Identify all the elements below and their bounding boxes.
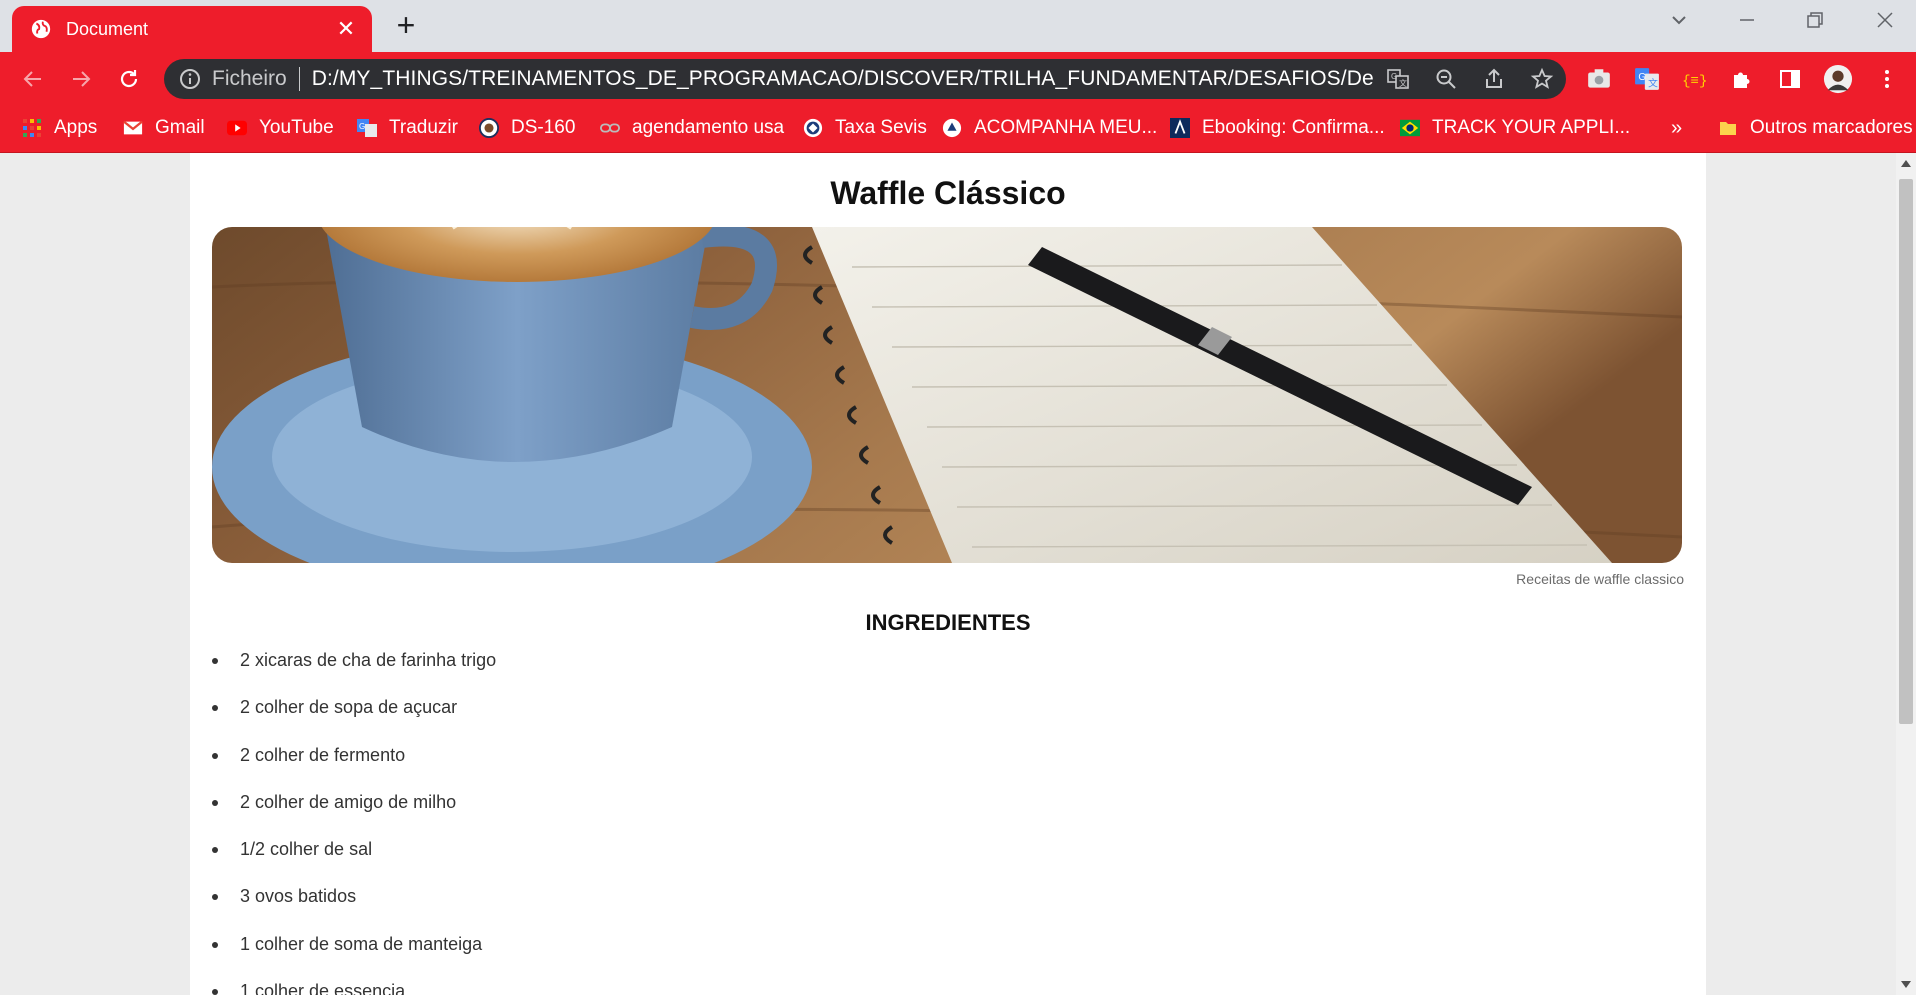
gmail-icon bbox=[123, 118, 143, 138]
brazil-flag-icon bbox=[1400, 118, 1420, 138]
bookmark-label: ACOMPANHA MEU... bbox=[974, 117, 1158, 138]
ingredient-item: 1 colher de essencia bbox=[212, 981, 496, 995]
sevis-icon bbox=[803, 118, 823, 138]
svg-text:G: G bbox=[1391, 72, 1397, 81]
page-title: Waffle Clássico bbox=[830, 175, 1066, 211]
bookmark-track[interactable]: TRACK YOUR APPLI... bbox=[1400, 114, 1630, 142]
back-icon[interactable] bbox=[16, 62, 50, 96]
ingredient-item: 2 colher de fermento bbox=[212, 745, 496, 792]
svg-text:文: 文 bbox=[1399, 78, 1407, 88]
ingredient-item: 2 xicaras de cha de farinha trigo bbox=[212, 650, 496, 697]
menu-icon[interactable] bbox=[1872, 64, 1902, 94]
bookmark-youtube[interactable]: YouTube bbox=[227, 114, 334, 142]
translate-icon[interactable]: G文 bbox=[1374, 59, 1422, 99]
ingredients-list: 2 xicaras de cha de farinha trigo 2 colh… bbox=[212, 650, 496, 995]
star-icon[interactable] bbox=[1518, 59, 1566, 99]
bookmark-label: TRACK YOUR APPLI... bbox=[1432, 117, 1631, 138]
svg-text:{≡}: {≡} bbox=[1682, 73, 1707, 89]
ingredient-item: 2 colher de amigo de milho bbox=[212, 792, 496, 839]
new-tab-button[interactable]: + bbox=[390, 9, 422, 42]
bookmark-label: Gmail bbox=[155, 117, 205, 138]
bookmark-traduzir[interactable]: G Traduzir bbox=[357, 114, 458, 142]
svg-text:G: G bbox=[359, 122, 365, 131]
bookmark-label: Ebooking: Confirma... bbox=[1202, 117, 1385, 138]
tab-title: Document bbox=[66, 18, 149, 39]
close-window-icon[interactable] bbox=[1856, 6, 1914, 40]
active-tab[interactable]: Document ✕ bbox=[12, 6, 372, 52]
image-caption: Receitas de waffle classico bbox=[1516, 571, 1684, 587]
tab-strip: Document ✕ + bbox=[0, 0, 1916, 52]
code-icon[interactable]: {≡} bbox=[1679, 64, 1709, 94]
ingredient-item: 3 ovos batidos bbox=[212, 886, 496, 933]
ingredient-item: 1 colher de soma de manteiga bbox=[212, 934, 496, 981]
bookmarks-overflow-button[interactable]: » bbox=[1671, 114, 1682, 142]
bookmark-agendamento[interactable]: agendamento usa bbox=[600, 114, 784, 142]
youtube-icon bbox=[227, 118, 247, 138]
uscis-icon bbox=[942, 118, 962, 138]
folder-icon bbox=[1718, 118, 1738, 138]
globe-icon bbox=[31, 19, 51, 39]
page-content: Waffle Clássico Receitas de waffle class… bbox=[190, 153, 1706, 995]
camera-icon[interactable] bbox=[1584, 64, 1614, 94]
bookmark-label: DS-160 bbox=[511, 117, 576, 138]
bookmark-gmail[interactable]: Gmail bbox=[123, 114, 205, 142]
svg-text:G: G bbox=[1638, 72, 1646, 83]
tab-close-icon[interactable]: ✕ bbox=[330, 16, 362, 42]
bookmarks-bar: Apps Gmail YouTube G Traduzir DS-160 age… bbox=[0, 104, 1916, 153]
browser-toolbar: Ficheiro D:/MY_THINGS/TREINAMENTOS_DE_PR… bbox=[0, 52, 1916, 104]
ingredients-heading: INGREDIENTES bbox=[865, 610, 1031, 635]
svg-text:文: 文 bbox=[1648, 77, 1658, 90]
puzzle-icon[interactable] bbox=[1727, 64, 1757, 94]
bookmark-apps[interactable]: Apps bbox=[22, 114, 97, 142]
ingredient-item: 2 colher de sopa de açucar bbox=[212, 697, 496, 744]
forward-icon[interactable] bbox=[64, 62, 98, 96]
restore-icon[interactable] bbox=[1786, 6, 1844, 40]
address-scheme: Ficheiro bbox=[212, 67, 287, 90]
other-bookmarks-label: Outros marcadores bbox=[1750, 117, 1913, 138]
bookmark-label: Taxa Sevis bbox=[835, 117, 927, 138]
zoom-out-icon[interactable] bbox=[1422, 59, 1470, 99]
share-icon[interactable] bbox=[1470, 59, 1518, 99]
bookmark-ds160[interactable]: DS-160 bbox=[479, 114, 575, 142]
hero-image bbox=[212, 227, 1682, 563]
other-bookmarks-folder[interactable]: Outros marcadores bbox=[1718, 114, 1913, 142]
info-icon[interactable] bbox=[178, 67, 202, 91]
address-url[interactable]: D:/MY_THINGS/TREINAMENTOS_DE_PROGRAMACAO… bbox=[312, 67, 1374, 91]
link-icon bbox=[600, 118, 620, 138]
apps-grid-icon bbox=[22, 118, 42, 138]
translate-icon: G bbox=[357, 118, 377, 138]
vertical-scrollbar[interactable] bbox=[1896, 153, 1916, 995]
scroll-up-arrow-icon[interactable] bbox=[1896, 153, 1916, 173]
scrollbar-thumb[interactable] bbox=[1899, 179, 1913, 724]
reload-icon[interactable] bbox=[112, 62, 146, 96]
scroll-down-arrow-icon[interactable] bbox=[1896, 975, 1916, 995]
bookmark-label: Traduzir bbox=[389, 117, 458, 138]
bookmark-label: YouTube bbox=[259, 117, 334, 138]
address-separator bbox=[298, 67, 300, 91]
minimize-icon[interactable] bbox=[1718, 6, 1776, 40]
bookmark-acompanha[interactable]: ACOMPANHA MEU... bbox=[942, 114, 1157, 142]
bookmark-ebooking[interactable]: Ebooking: Confirma... bbox=[1170, 114, 1385, 142]
tab-search-icon[interactable] bbox=[1650, 6, 1708, 40]
seal-icon bbox=[479, 118, 499, 138]
side-panel-icon[interactable] bbox=[1775, 64, 1805, 94]
page-viewport: Waffle Clássico Receitas de waffle class… bbox=[0, 153, 1916, 995]
ingredient-item: 1/2 colher de sal bbox=[212, 839, 496, 886]
address-bar[interactable]: Ficheiro D:/MY_THINGS/TREINAMENTOS_DE_PR… bbox=[164, 59, 1566, 99]
bookmark-label: Apps bbox=[54, 117, 98, 138]
google-translate-icon[interactable]: G文 bbox=[1632, 64, 1662, 94]
bookmark-label: agendamento usa bbox=[632, 117, 785, 138]
ebooking-icon bbox=[1170, 118, 1190, 138]
profile-avatar[interactable] bbox=[1823, 64, 1853, 94]
bookmark-taxa-sevis[interactable]: Taxa Sevis bbox=[803, 114, 927, 142]
